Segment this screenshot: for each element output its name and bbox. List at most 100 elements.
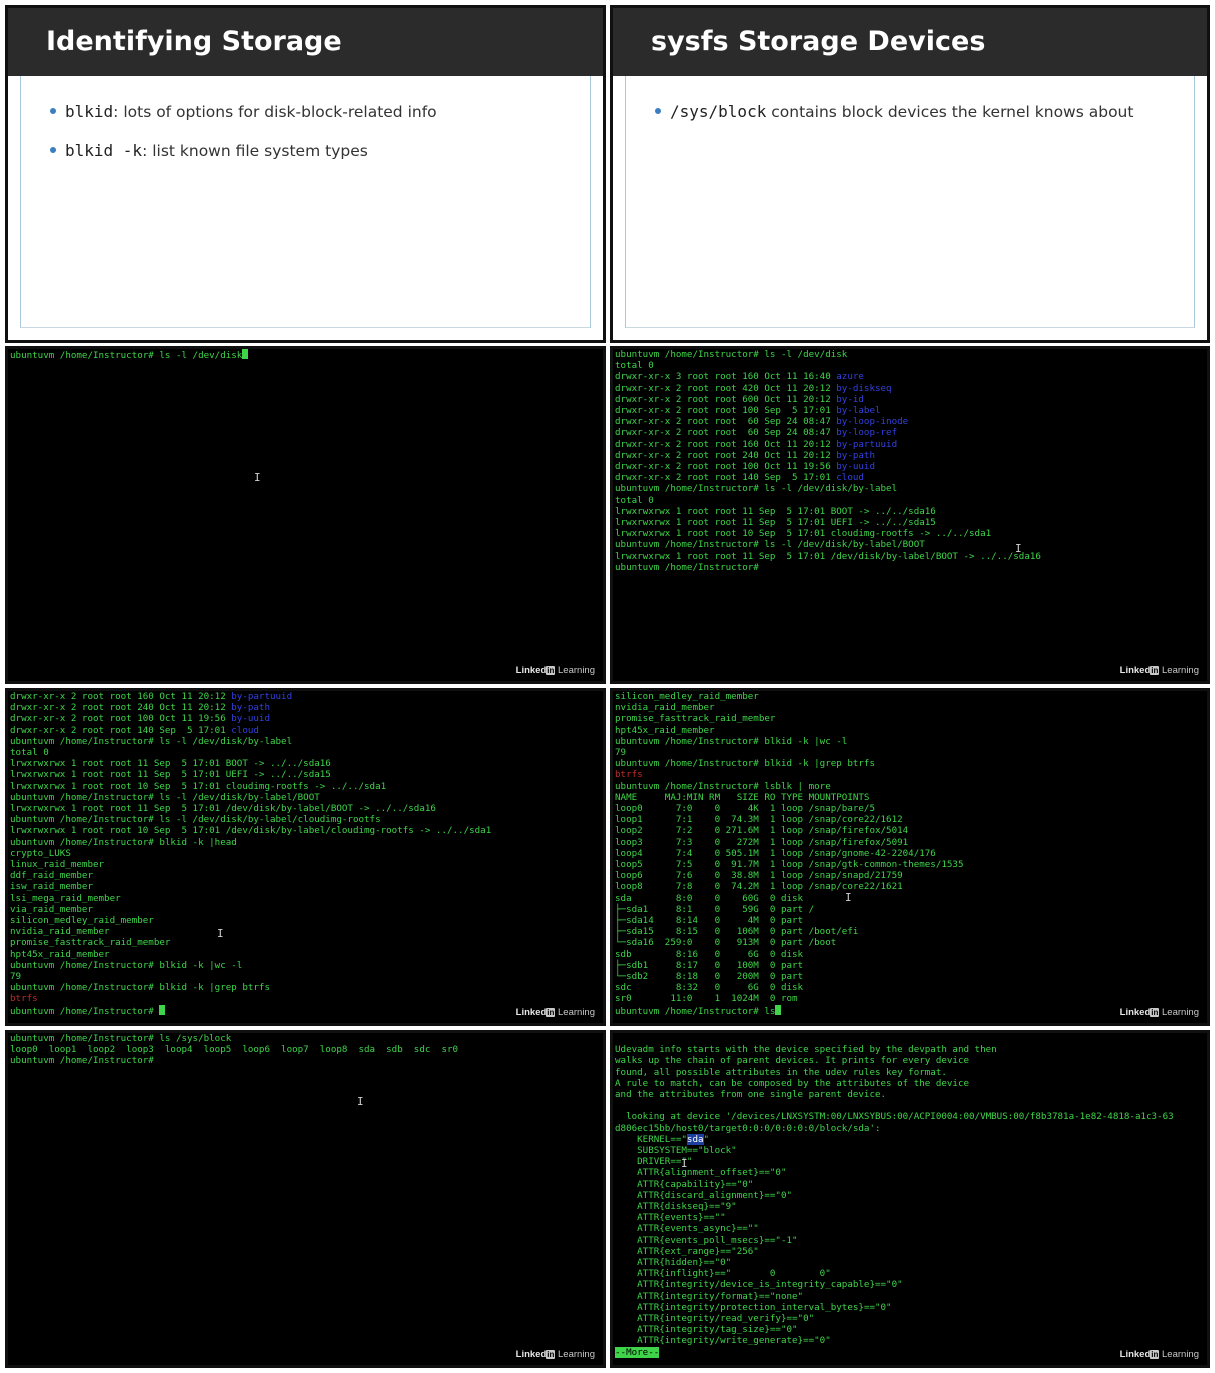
terminal-line-text: ATTR{inflight}==" 0 0" <box>615 1268 831 1280</box>
terminal-line: lrwxrwxrwx 1 root root 11 Sep 5 17:01 UE… <box>615 517 936 528</box>
terminal-line: ubuntuvm /home/Instructor# <box>10 1006 159 1017</box>
terminal-line-text: drwxr-xr-x 2 root root 140 Sep 5 17:01 <box>10 724 232 736</box>
terminal-line: ATTR{events_poll_msecs}=="-1" <box>615 1235 797 1246</box>
terminal-line: ├─sdb1 8:17 0 100M 0 part <box>615 960 803 971</box>
terminal-line-text: A rule to match, can be composed by the … <box>615 1077 970 1089</box>
directory-name: by-diskseq <box>836 382 892 394</box>
terminal-line-text: lsi_mega_raid_member <box>10 892 121 904</box>
terminal-output: ubuntuvm /home/Instructor# ls -l /dev/di… <box>10 349 249 361</box>
terminal-1[interactable]: ubuntuvm /home/Instructor# ls -l /dev/di… <box>5 346 606 684</box>
terminal-line: ubuntuvm /home/Instructor# ls <box>615 1006 775 1017</box>
terminal-line-text: loop3 7:3 0 272M 1 loop /snap/firefox/50… <box>615 836 909 848</box>
terminal-line: ddf_raid_member <box>10 870 93 881</box>
terminal-line: ATTR{integrity/tag_size}=="0" <box>615 1324 797 1335</box>
slide-title: Identifying Storage <box>8 8 603 76</box>
terminal-line: ubuntuvm /home/Instructor# <box>615 562 759 573</box>
terminal-5[interactable]: ubuntuvm /home/Instructor# ls /sys/block… <box>5 1030 606 1368</box>
terminal-line: drwxr-xr-x 2 root root 140 Sep 5 17:01 c… <box>615 472 864 483</box>
ibeam-cursor-icon: I <box>217 927 224 940</box>
terminal-line-text: sr0 11:0 1 1024M 0 rom <box>615 993 798 1005</box>
directory-name: by-uuid <box>231 713 270 725</box>
terminal-line: ATTR{events}=="" <box>615 1212 726 1223</box>
terminal-line: NAME MAJ:MIN RM SIZE RO TYPE MOUNTPOINTS <box>615 792 869 803</box>
selected-text: sda <box>686 1133 704 1145</box>
terminal-line: ├─sda14 8:14 0 4M 0 part <box>615 915 803 926</box>
terminal-line: silicon_medley_raid_member <box>10 915 154 926</box>
terminal-line-text: drwxr-xr-x 2 root root 600 Oct 11 20:12 <box>615 393 837 405</box>
terminal-line: 79 <box>615 747 626 758</box>
terminal-line-text: looking at device '/devices/LNXSYSTM:00/… <box>615 1111 1174 1123</box>
terminal-output: silicon_medley_raid_member nvidia_raid_m… <box>615 691 963 1017</box>
linkedin-learning-logo: Linkedin Learning <box>1119 665 1199 676</box>
terminal-line-text: isw_raid_member <box>10 881 93 893</box>
terminal-line: crypto_LUKS <box>10 848 71 859</box>
terminal-line: ubuntuvm /home/Instructor# blkid -k |wc … <box>10 960 242 971</box>
terminal-line-text: drwxr-xr-x 2 root root 160 Oct 11 20:12 <box>615 438 837 450</box>
bullet-item: blkid: lots of options for disk-block-re… <box>50 102 437 121</box>
terminal-line-text: ATTR{ext_range}=="256" <box>615 1245 759 1257</box>
linkedin-learning-logo: Linkedin Learning <box>1119 1007 1199 1018</box>
terminal-line-text: drwxr-xr-x 2 root root 100 Oct 11 19:56 <box>615 461 837 473</box>
terminal-line: ubuntuvm /home/Instructor# ls /sys/block <box>10 1033 231 1044</box>
terminal-line: loop1 7:1 0 74.3M 1 loop /snap/core22/16… <box>615 814 903 825</box>
terminal-line-text: NAME MAJ:MIN RM SIZE RO TYPE MOUNTPOINTS <box>615 791 870 803</box>
terminal-line: linux_raid_member <box>10 859 104 870</box>
terminal-line-text: linux_raid_member <box>10 859 105 871</box>
terminal-line: ATTR{integrity/format}=="none" <box>615 1291 803 1302</box>
terminal-line-text: ├─sda14 8:14 0 4M 0 part <box>615 915 804 927</box>
terminal-line: found, all possible attributes in the ud… <box>615 1067 947 1078</box>
terminal-line: ubuntuvm /home/Instructor# blkid -k |gre… <box>10 982 270 993</box>
terminal-output: ubuntuvm /home/Instructor# ls /sys/block… <box>10 1033 458 1067</box>
terminal-line-text: total 0 <box>10 747 49 759</box>
bullet-list: blkid: lots of options for disk-block-re… <box>50 102 437 180</box>
terminal-line-text: ubuntuvm /home/Instructor# <box>10 1005 160 1017</box>
terminal-line-text: lrwxrwxrwx 1 root root 10 Sep 5 17:01 /d… <box>10 825 492 837</box>
terminal-line-text: loop8 7:8 0 74.2M 1 loop /snap/core22/16… <box>615 881 903 893</box>
cursor <box>159 1004 166 1015</box>
ibeam-cursor-icon: I <box>357 1095 364 1108</box>
bullet-list: /sys/block contains block devices the ke… <box>655 102 1133 141</box>
terminal-line-text: ATTR{integrity/write_generate}=="0" <box>615 1335 831 1347</box>
terminal-line-text: total 0 <box>615 494 654 506</box>
terminal-line: lrwxrwxrwx 1 root root 10 Sep 5 17:01 /d… <box>10 825 491 836</box>
terminal-line-text: ubuntuvm /home/Instructor# blkid -k |wc … <box>615 735 848 747</box>
terminal-line-text: ubuntuvm /home/Instructor# ls -l /dev/di… <box>10 814 381 826</box>
terminal-line-text: ubuntuvm /home/Instructor# ls -l /dev/di… <box>615 483 898 495</box>
terminal-line: ubuntuvm /home/Instructor# ls -l /dev/di… <box>10 736 292 747</box>
terminal-line: ubuntuvm /home/Instructor# ls -l /dev/di… <box>615 483 897 494</box>
terminal-line-text: 79 <box>10 971 22 983</box>
linkedin-learning-logo: Linkedin Learning <box>515 665 595 676</box>
terminal-line: └─sdb2 8:18 0 200M 0 part <box>615 971 803 982</box>
terminal-line: promise_fasttrack_raid_member <box>615 713 775 724</box>
terminal-line: ubuntuvm /home/Instructor# blkid -k |gre… <box>615 758 875 769</box>
terminal-6[interactable]: Udevadm info starts with the device spec… <box>610 1030 1210 1368</box>
terminal-line-text: drwxr-xr-x 2 root root 240 Oct 11 20:12 <box>10 702 232 714</box>
terminal-line: total 0 <box>615 360 654 371</box>
terminal-line: loop0 7:0 0 4K 1 loop /snap/bare/5 <box>615 803 875 814</box>
terminal-3[interactable]: drwxr-xr-x 2 root root 160 Oct 11 20:12 … <box>5 688 606 1026</box>
terminal-2[interactable]: ubuntuvm /home/Instructor# ls -l /dev/di… <box>610 346 1210 684</box>
directory-name: by-path <box>836 449 875 461</box>
directory-name: by-loop-inode <box>836 416 909 428</box>
terminal-line-text: ATTR{alignment_offset}=="0" <box>615 1167 787 1179</box>
terminal-line-text: found, all possible attributes in the ud… <box>615 1066 947 1078</box>
terminal-line: ubuntuvm /home/Instructor# lsblk | more <box>615 781 831 792</box>
terminal-line-text: ATTR{capability}=="0" <box>615 1178 754 1190</box>
bullet-dot-icon <box>50 108 56 114</box>
terminal-line-text: nvidia_raid_member <box>615 702 715 714</box>
terminal-line-text: ATTR{events_async}=="" <box>615 1223 759 1235</box>
terminal-line: A rule to match, can be composed by the … <box>615 1078 969 1089</box>
more-prompt: --More-- <box>615 1346 660 1358</box>
terminal-line-text: lrwxrwxrwx 1 root root 11 Sep 5 17:01 /d… <box>615 550 1041 562</box>
terminal-line: walks up the chain of parent devices. It… <box>615 1055 969 1066</box>
terminal-line-text: btrfs <box>10 993 38 1005</box>
terminal-line: 79 <box>10 971 21 982</box>
terminal-line-text: ATTR{discard_alignment}=="0" <box>615 1189 793 1201</box>
terminal-line: drwxr-xr-x 2 root root 420 Oct 11 20:12 … <box>615 383 892 394</box>
terminal-line: drwxr-xr-x 2 root root 600 Oct 11 20:12 … <box>615 394 864 405</box>
terminal-line-text: ATTR{diskseq}=="9" <box>615 1201 737 1213</box>
terminal-line: isw_raid_member <box>10 881 93 892</box>
terminal-line: ubuntuvm /home/Instructor# <box>10 1055 154 1066</box>
terminal-line-text: drwxr-xr-x 2 root root 240 Oct 11 20:12 <box>615 449 837 461</box>
terminal-4[interactable]: silicon_medley_raid_member nvidia_raid_m… <box>610 688 1210 1026</box>
